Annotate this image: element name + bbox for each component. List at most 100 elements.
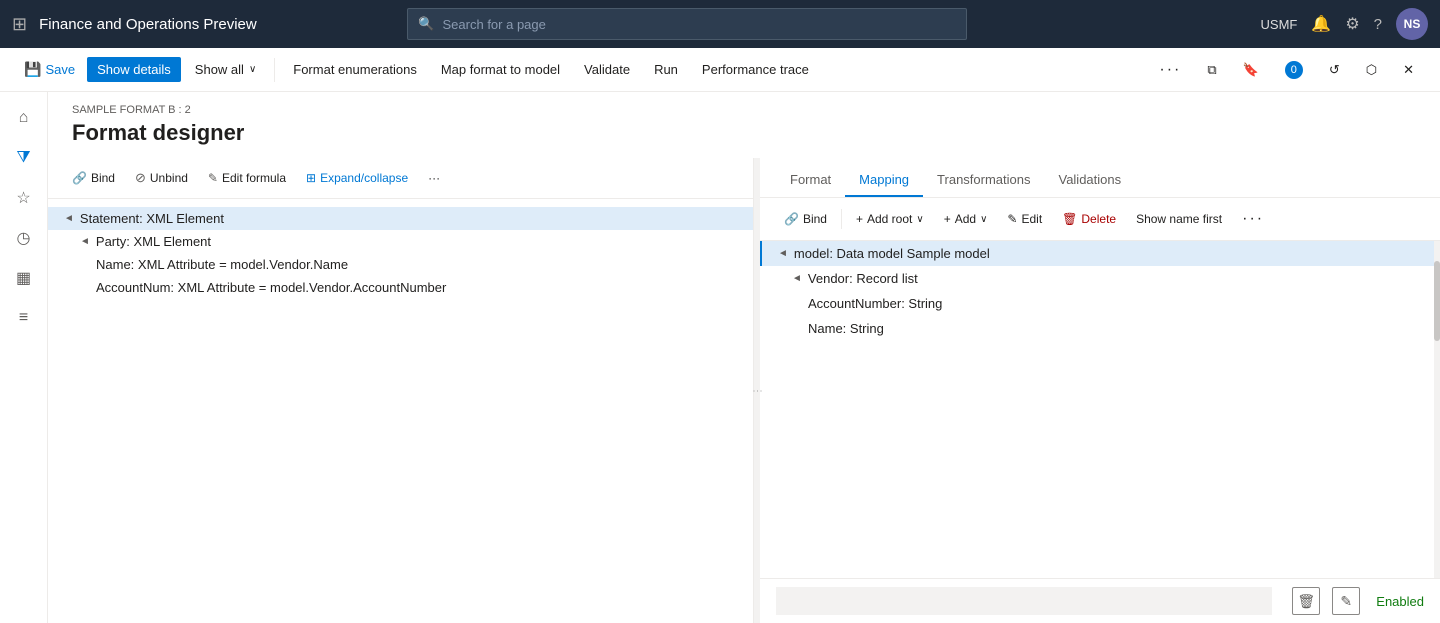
breadcrumb: SAMPLE FORMAT B : 2 bbox=[72, 104, 1416, 116]
show-all-button[interactable]: Show all ∨ bbox=[185, 57, 266, 82]
tree-item[interactable]: ◄ Party: XML Element bbox=[48, 230, 753, 253]
delete-button[interactable]: 🗑 Delete bbox=[1054, 208, 1124, 230]
mapping-tree: ◄ model: Data model Sample model ◄ Vendo… bbox=[760, 241, 1434, 578]
add-dropdown-icon: ∨ bbox=[980, 214, 987, 225]
close-icon[interactable]: ✕ bbox=[1393, 57, 1424, 83]
tree-item[interactable]: Name: XML Attribute = model.Vendor.Name bbox=[48, 253, 753, 276]
app-grid-icon[interactable]: ⊞ bbox=[12, 14, 27, 35]
mapping-item[interactable]: AccountNumber: String bbox=[760, 291, 1434, 316]
edit-formula-button[interactable]: ✎ Edit formula bbox=[200, 167, 294, 189]
format-enumerations-button[interactable]: Format enumerations bbox=[283, 57, 427, 82]
sidebar-clock-icon[interactable]: ◷ bbox=[6, 220, 42, 256]
add-root-button[interactable]: + Add root ∨ bbox=[848, 208, 932, 230]
top-nav-right: USMF 🔔 ⚙ ? NS bbox=[1261, 8, 1428, 40]
mapping-label-1: model: Data model Sample model bbox=[794, 246, 990, 261]
mapping-tree-container: ◄ model: Data model Sample model ◄ Vendo… bbox=[760, 241, 1440, 578]
show-details-button[interactable]: Show details bbox=[87, 57, 181, 82]
right-scrollbar[interactable] bbox=[1434, 241, 1440, 578]
tree-item[interactable]: AccountNum: XML Attribute = model.Vendor… bbox=[48, 276, 753, 299]
edit-bottom-icon: ✎ bbox=[1340, 593, 1352, 610]
mapping-bind-button[interactable]: 🔗 Bind bbox=[776, 208, 835, 230]
bell-icon[interactable]: 🔔 bbox=[1311, 14, 1331, 34]
share-icon[interactable]: ⬡ bbox=[1356, 57, 1387, 83]
panel-more-button[interactable]: ··· bbox=[420, 167, 448, 189]
badge-icon[interactable]: 0 bbox=[1275, 56, 1313, 84]
bind-button[interactable]: 🔗 Bind bbox=[64, 167, 123, 189]
main-content: ⌂ ⧩ ☆ ◷ ▦ ≡ SAMPLE FORMAT B : 2 Format d… bbox=[0, 92, 1440, 623]
tab-transformations[interactable]: Transformations bbox=[923, 164, 1044, 197]
toolbar-more-icon[interactable]: ··· bbox=[1149, 56, 1191, 84]
mapping-arrow-2: ◄ bbox=[792, 273, 802, 284]
tree-item-label-1: Statement: XML Element bbox=[80, 211, 224, 226]
validate-button[interactable]: Validate bbox=[574, 57, 640, 82]
scrollbar-thumb[interactable] bbox=[1434, 261, 1440, 341]
add-button[interactable]: + Add ∨ bbox=[936, 208, 996, 230]
add-root-plus-icon: + bbox=[856, 212, 863, 226]
status-badge: Enabled bbox=[1376, 594, 1424, 609]
left-sidebar: ⌂ ⧩ ☆ ◷ ▦ ≡ bbox=[0, 92, 48, 623]
tab-mapping[interactable]: Mapping bbox=[845, 164, 923, 197]
panel-toolbar: 🔗 Bind ⊘ Unbind ✎ Edit formula ⊞ Expand/… bbox=[48, 158, 753, 199]
tree-item-label-3: Name: XML Attribute = model.Vendor.Name bbox=[96, 257, 348, 272]
tree-item[interactable]: ◄ Statement: XML Element bbox=[48, 207, 753, 230]
mapping-label-2: Vendor: Record list bbox=[808, 271, 918, 286]
refresh-icon[interactable]: ↺ bbox=[1319, 57, 1350, 83]
mapping-toolbar: 🔗 Bind + Add root ∨ + Add ∨ bbox=[760, 198, 1440, 241]
edit-button[interactable]: ✎ Edit bbox=[999, 208, 1050, 230]
page-header: SAMPLE FORMAT B : 2 Format designer bbox=[48, 92, 1440, 158]
run-button[interactable]: Run bbox=[644, 57, 688, 82]
show-name-first-button[interactable]: Show name first bbox=[1128, 208, 1230, 230]
mapping-sep-1 bbox=[841, 209, 842, 229]
edit-bottom-button[interactable]: ✎ bbox=[1332, 587, 1360, 615]
app-title: Finance and Operations Preview bbox=[39, 16, 257, 33]
search-icon: 🔍 bbox=[418, 16, 434, 32]
sidebar-star-icon[interactable]: ☆ bbox=[6, 180, 42, 216]
tree-view: ◄ Statement: XML Element ◄ Party: XML El… bbox=[48, 199, 753, 623]
map-format-button[interactable]: Map format to model bbox=[431, 57, 570, 82]
sidebar-list-icon[interactable]: ≡ bbox=[6, 300, 42, 336]
editor-area: 🔗 Bind ⊘ Unbind ✎ Edit formula ⊞ Expand/… bbox=[48, 158, 1440, 623]
tree-arrow-1: ◄ bbox=[64, 213, 74, 224]
tab-validations[interactable]: Validations bbox=[1044, 164, 1135, 197]
mapping-item[interactable]: Name: String bbox=[760, 316, 1434, 341]
tree-arrow-2: ◄ bbox=[80, 236, 90, 247]
mapping-more-button[interactable]: ··· bbox=[1234, 206, 1272, 232]
top-nav: ⊞ Finance and Operations Preview 🔍 USMF … bbox=[0, 0, 1440, 48]
trash-bottom-icon: 🗑 bbox=[1297, 593, 1315, 610]
gear-icon[interactable]: ⚙ bbox=[1345, 14, 1359, 34]
help-icon[interactable]: ? bbox=[1374, 16, 1382, 33]
mapping-label-4: Name: String bbox=[808, 321, 884, 336]
delete-bottom-button[interactable]: 🗑 bbox=[1292, 587, 1320, 615]
bottom-bar: 🗑 ✎ Enabled bbox=[760, 578, 1440, 623]
add-plus-icon: + bbox=[944, 212, 951, 226]
mapping-label-3: AccountNumber: String bbox=[808, 296, 942, 311]
mapping-item[interactable]: ◄ Vendor: Record list bbox=[760, 266, 1434, 291]
page-title: Format designer bbox=[72, 120, 1416, 146]
tree-item-label-2: Party: XML Element bbox=[96, 234, 211, 249]
toolbar: 💾 Save Show details Show all ∨ Format en… bbox=[0, 48, 1440, 92]
tabs: Format Mapping Transformations Validatio… bbox=[760, 158, 1440, 198]
tab-format[interactable]: Format bbox=[776, 164, 845, 197]
sidebar-filter-icon[interactable]: ⧩ bbox=[6, 140, 42, 176]
search-input[interactable] bbox=[443, 17, 957, 32]
user-label: USMF bbox=[1261, 17, 1298, 32]
expand-button[interactable]: ⊞ Expand/collapse bbox=[298, 167, 416, 189]
expand-icon: ⊞ bbox=[306, 171, 316, 185]
page-content: SAMPLE FORMAT B : 2 Format designer 🔗 Bi… bbox=[48, 92, 1440, 623]
show-all-dropdown-arrow: ∨ bbox=[249, 64, 256, 75]
pencil-icon: ✎ bbox=[208, 171, 218, 185]
save-icon: 💾 bbox=[24, 61, 41, 78]
mapping-arrow-1: ◄ bbox=[778, 248, 788, 259]
mapping-link-icon: 🔗 bbox=[784, 212, 799, 226]
perf-trace-button[interactable]: Performance trace bbox=[692, 57, 819, 82]
trash-icon: 🗑 bbox=[1062, 212, 1077, 226]
sidebar-home-icon[interactable]: ⌂ bbox=[6, 100, 42, 136]
sidebar-table-icon[interactable]: ▦ bbox=[6, 260, 42, 296]
mapping-item[interactable]: ◄ model: Data model Sample model bbox=[760, 241, 1434, 266]
edit-pencil-icon: ✎ bbox=[1007, 212, 1017, 226]
puzzle-icon[interactable]: ⧉ bbox=[1197, 57, 1226, 83]
avatar[interactable]: NS bbox=[1396, 8, 1428, 40]
bookmark-icon[interactable]: 🔖 bbox=[1233, 57, 1269, 83]
save-button[interactable]: 💾 Save bbox=[16, 56, 83, 83]
unbind-button[interactable]: ⊘ Unbind bbox=[127, 166, 196, 190]
